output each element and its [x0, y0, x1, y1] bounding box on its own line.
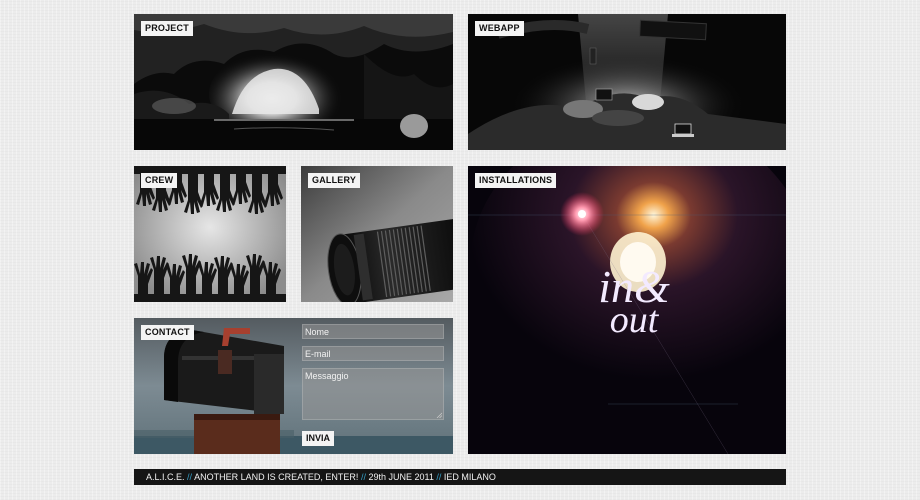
- footer-site-name: A.L.I.C.E.: [146, 472, 185, 482]
- footer-separator: //: [360, 472, 366, 482]
- tile-webapp[interactable]: WEBAPP: [468, 14, 786, 150]
- footer-bar: A.L.I.C.E. // ANOTHER LAND IS CREATED, E…: [134, 469, 786, 485]
- footer-date: 29th JUNE 2011: [368, 472, 434, 482]
- tile-gallery[interactable]: GALLERY: [301, 166, 453, 302]
- installations-tunnel-image: in& out: [468, 166, 786, 454]
- footer-institution: IED MILANO: [443, 472, 496, 482]
- footer-separator: //: [436, 472, 442, 482]
- email-field[interactable]: [302, 346, 444, 361]
- tile-crew-label: CREW: [141, 173, 178, 188]
- tile-installations-label: INSTALLATIONS: [475, 173, 557, 188]
- resize-grip-icon[interactable]: [436, 412, 442, 418]
- name-field[interactable]: [302, 324, 444, 339]
- tile-crew[interactable]: CREW: [134, 166, 286, 302]
- tile-installations[interactable]: in& out INSTALLATIONS: [468, 166, 786, 454]
- message-field[interactable]: [302, 368, 444, 420]
- tile-contact: CONTACT INVIA: [134, 318, 453, 454]
- tile-contact-label: CONTACT: [141, 325, 194, 340]
- footer-tagline: ANOTHER LAND IS CREATED, ENTER!: [194, 472, 359, 482]
- installations-title-line2: out: [610, 299, 660, 341]
- tile-project-label: PROJECT: [141, 21, 193, 36]
- tile-webapp-label: WEBAPP: [475, 21, 524, 36]
- footer-separator: //: [187, 472, 193, 482]
- tile-gallery-label: GALLERY: [308, 173, 361, 188]
- send-button[interactable]: INVIA: [302, 431, 335, 446]
- tile-project[interactable]: PROJECT: [134, 14, 453, 150]
